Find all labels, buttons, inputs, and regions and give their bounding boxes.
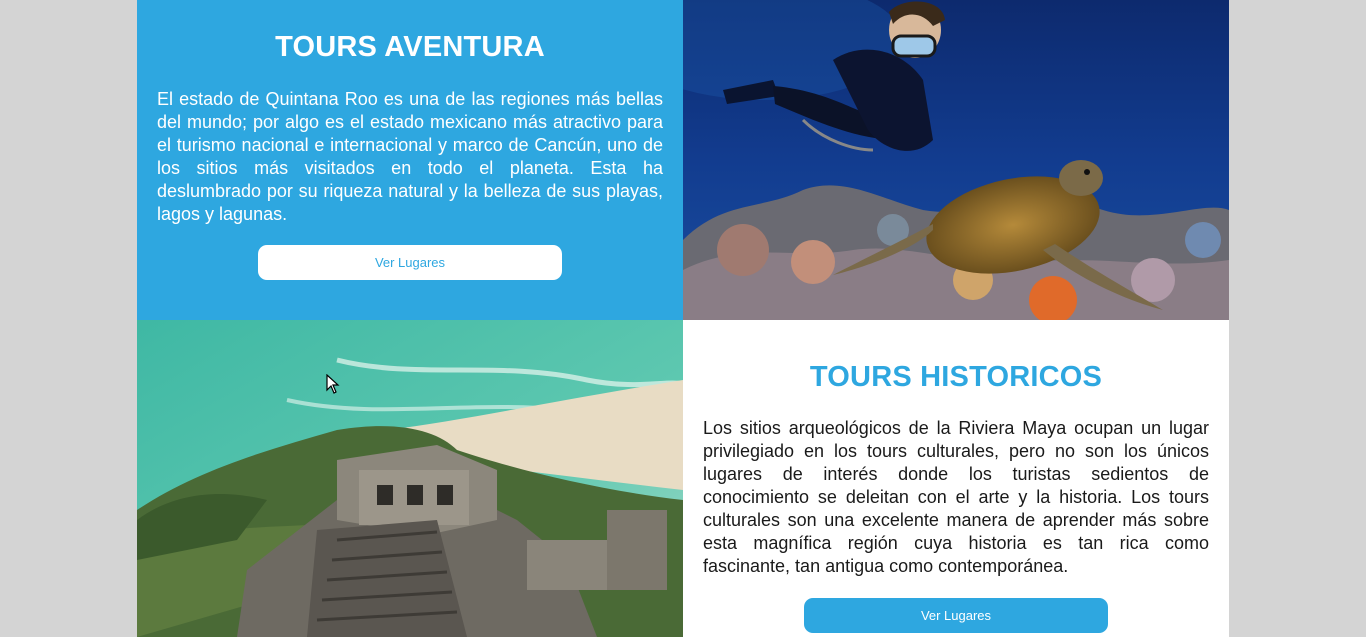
content-page: TOURS AVENTURA El estado de Quintana Roo… <box>137 0 1229 637</box>
tulum-ruins-image <box>137 320 683 637</box>
adventure-title: TOURS AVENTURA <box>275 31 545 63</box>
historic-title: TOURS HISTORICOS <box>809 361 1103 393</box>
historic-see-places-button[interactable]: Ver Lugares <box>804 598 1108 633</box>
adventure-tours-section: TOURS AVENTURA El estado de Quintana Roo… <box>137 0 683 320</box>
adventure-description: El estado de Quintana Roo es una de las … <box>157 89 663 224</box>
mouse-cursor-icon <box>326 374 340 394</box>
historic-description: Los sitios arqueológicos de la Riviera M… <box>703 418 1209 576</box>
historic-tours-section: TOURS HISTORICOS Los sitios arqueológico… <box>683 320 1229 637</box>
adventure-see-places-button[interactable]: Ver Lugares <box>258 245 562 280</box>
diver-turtle-image <box>683 0 1229 320</box>
